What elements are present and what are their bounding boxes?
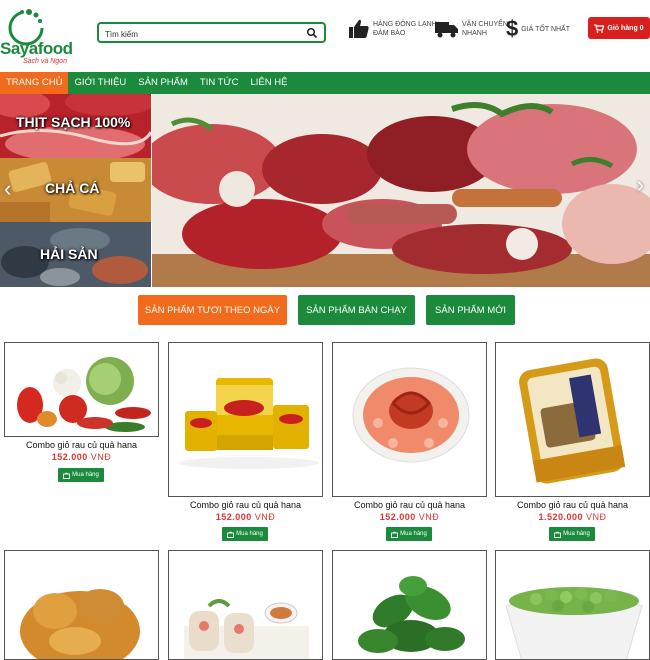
logo[interactable]: Sayafood Sạch và Ngon [0,6,80,66]
search-box [97,22,326,43]
search-icon[interactable] [306,27,318,39]
feature-line1: GIÁ TỐT NHẤT [521,25,570,33]
cart-icon [594,23,605,33]
banner-seafood[interactable]: HẢI SẢN [0,222,151,287]
brand-slogan: Sạch và Ngon [23,58,67,65]
nav-item-news[interactable]: TIN TỨC [194,72,245,94]
product-image [333,343,486,496]
truck-icon [435,22,458,38]
feature-line1: HÀNG ĐÔNG LẠNH [373,21,437,28]
product-image [5,343,158,436]
product-image [169,551,322,659]
product-card[interactable] [4,342,159,437]
product-name[interactable]: Combo giỏ rau củ quả hana [4,440,159,450]
thumbs-up-icon [349,19,369,38]
bag-icon [554,531,562,538]
bag-icon [227,531,235,538]
product-card[interactable] [495,550,650,660]
product-price: 152.000 VNĐ [379,512,440,522]
product-image [496,551,649,659]
meat-platter-image [152,94,650,287]
product-card[interactable] [168,550,323,660]
feature-shipping: VẬN CHUYỂN NHANH [435,18,508,40]
product-card[interactable] [332,342,487,497]
feature-line2: NHANH [462,30,487,37]
product-image [496,343,649,496]
feature-frozen: HÀNG ĐÔNG LẠNH ĐẢM BẢO [348,18,437,40]
product-card[interactable] [495,342,650,497]
nav-item-products[interactable]: SẢN PHẨM [132,72,194,94]
buy-button[interactable]: Mua hàng [549,527,595,541]
slider-next-arrow[interactable]: › [637,172,644,198]
product-price: 152.000 VNĐ [215,512,276,522]
cart-button[interactable]: Giỏ hàng 0 [588,17,650,39]
banner-seafood-label: HẢI SẢN [40,246,98,262]
hero-slider[interactable]: › [152,94,650,287]
banner-meat-label: THỊT SẠCH 100% [16,114,131,130]
buy-button[interactable]: Mua hàng [386,527,432,541]
feature-line2: ĐẢM BẢO [373,30,406,37]
product-card[interactable] [168,342,323,497]
product-name[interactable]: Combo giỏ rau củ quả hana [495,500,650,510]
product-name[interactable]: Combo giỏ rau củ quả hana [332,500,487,510]
product-price: 1.520.000 VNĐ [538,512,607,522]
product-name[interactable]: Combo giỏ rau củ quả hana [168,500,323,510]
banner-meat[interactable]: THỊT SẠCH 100% [0,94,151,158]
product-card[interactable] [4,550,159,660]
bag-icon [63,472,71,479]
search-input[interactable] [99,26,299,43]
dollar-icon: $ [506,16,519,41]
main-nav: TRANG CHỦ GIỚI THIỆU SẢN PHẨM TIN TỨC LI… [0,72,650,94]
product-image [5,551,158,659]
brand-name: Sayafood [0,39,73,58]
tab-new-products[interactable]: SẢN PHẨM MỚI [426,295,515,325]
nav-item-about[interactable]: GIỚI THIỆU [68,72,132,94]
banner-fishcake[interactable]: CHẢ CÁ ‹ [0,158,151,222]
buy-button[interactable]: Mua hàng [222,527,268,541]
bag-icon [391,531,399,538]
feature-price: $ GIÁ TỐT NHẤT [506,18,570,40]
buy-button[interactable]: Mua hàng [58,468,104,482]
cart-label: Giỏ hàng 0 [607,24,644,32]
product-image [169,343,322,496]
feature-line1: VẬN CHUYỂN [462,21,508,28]
nav-item-contact[interactable]: LIÊN HỆ [244,72,293,94]
nav-item-home[interactable]: TRANG CHỦ [0,72,69,94]
tab-fresh-daily[interactable]: SẢN PHẨM TƯƠI THEO NGÀY [138,295,287,325]
slider-prev-arrow[interactable]: ‹ [4,176,11,202]
product-price: 152.000 VNĐ [51,452,112,462]
product-image [333,551,486,659]
product-card[interactable] [332,550,487,660]
tab-best-seller[interactable]: SẢN PHẨM BÁN CHẠY [298,295,415,325]
banner-fishcake-label: CHẢ CÁ [45,180,100,196]
